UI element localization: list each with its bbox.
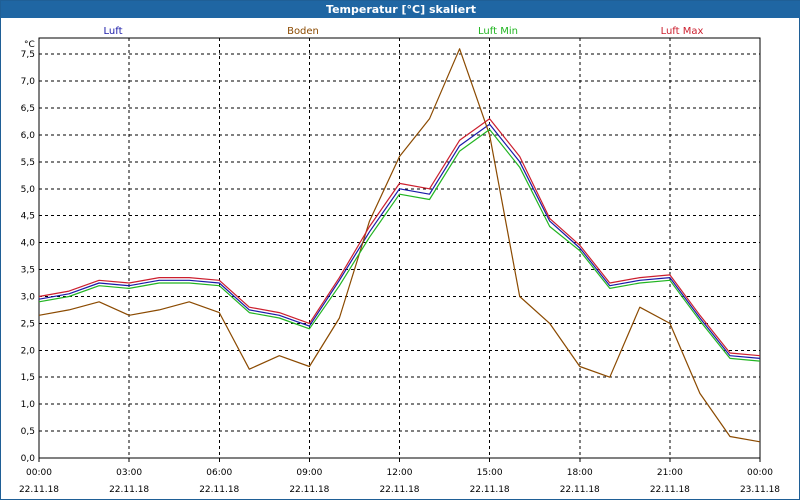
x-tick-time: 03:00 [116,468,142,478]
x-tick-date: 23.11.18 [740,485,780,495]
y-tick-label: 7,5 [21,50,35,60]
y-tick-label: 4,5 [21,212,35,222]
y-tick-label: 5,0 [21,185,36,195]
x-tick-time: 00:00 [747,468,773,478]
y-axis-ticks: 0,0 0,5 1,0 1,5 2,0 2,5 3,0 3,5 4,0 4,5 5,0 5,5 6,0 6… [21,50,36,464]
x-tick-time: 15:00 [477,468,503,478]
x-tick-date: 22.11.18 [19,485,59,495]
y-tick-label: 5,5 [21,158,35,168]
y-tick-label: 4,0 [21,239,36,249]
x-tick-date: 22.11.18 [470,485,510,495]
y-tick-label: 2,0 [21,346,36,356]
y-tick-label: 7,0 [21,77,36,87]
x-axis-ticks: 00:00 22.11.18 03:00 22.11.18 06:00 22.11.18 0… [19,468,780,495]
y-tick-label: 0,5 [21,427,35,437]
temperature-chart: Luft Boden Luft Min Luft Max 0,0 0,5 1,0 1,5 2,… [19,26,780,495]
legend-entry-boden: Boden [287,26,319,37]
x-tick-time: 09:00 [296,468,322,478]
x-tick-date: 22.11.18 [560,485,600,495]
y-tick-label: 2,5 [21,319,35,329]
y-tick-label: 1,0 [21,400,36,410]
x-tick-date: 22.11.18 [650,485,690,495]
x-tick-date: 22.11.18 [199,485,239,495]
grid-lines [39,38,760,459]
x-tick-time: 00:00 [26,468,52,478]
legend-entry-luft-max: Luft Max [661,26,704,37]
y-axis-label: °C [24,40,35,50]
y-tick-label: 3,5 [21,266,35,276]
x-tick-time: 06:00 [206,468,232,478]
y-tick-label: 3,0 [21,292,36,302]
y-tick-label: 6,5 [21,104,35,114]
x-tick-date: 22.11.18 [289,485,329,495]
x-tick-time: 21:00 [657,468,683,478]
x-tick-date: 22.11.18 [109,485,149,495]
y-tick-label: 0,0 [21,454,36,464]
y-tick-label: 1,5 [21,373,35,383]
y-tick-label: 6,0 [21,131,36,141]
x-tick-date: 22.11.18 [379,485,419,495]
legend-entry-luft-min: Luft Min [478,26,518,37]
x-tick-time: 18:00 [567,468,593,478]
legend-entry-luft: Luft [104,26,123,37]
legend: Luft Boden Luft Min Luft Max [104,26,704,37]
x-tick-time: 12:00 [387,468,413,478]
